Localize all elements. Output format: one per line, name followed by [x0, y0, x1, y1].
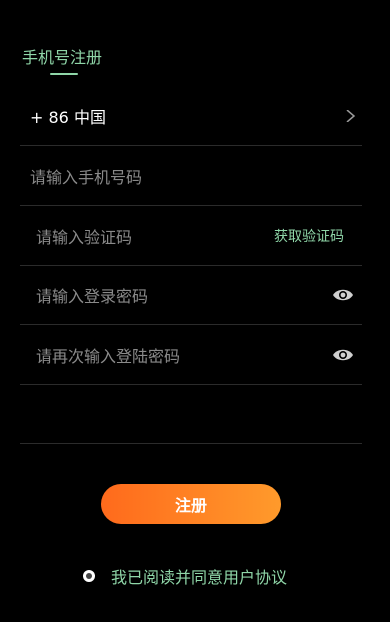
- confirm-password-input[interactable]: 请再次输入登陆密码: [20, 325, 362, 385]
- agreement-label[interactable]: 我已阅读并同意用户协议: [111, 564, 287, 588]
- get-code-button[interactable]: 获取验证码: [274, 226, 344, 246]
- country-selector[interactable]: + 86 中国: [20, 86, 362, 146]
- password-input[interactable]: 请输入登录密码: [20, 265, 362, 325]
- empty-field-row[interactable]: [20, 384, 362, 444]
- verification-code-input[interactable]: 请输入验证码 获取验证码: [20, 206, 362, 266]
- agreement-radio[interactable]: [83, 570, 95, 582]
- phone-input[interactable]: 请输入手机号码: [20, 146, 362, 206]
- password-placeholder: 请输入登录密码: [36, 286, 149, 306]
- chevron-right-icon: [346, 109, 356, 122]
- country-code-label: + 86 中国: [30, 107, 106, 127]
- eye-icon[interactable]: [332, 348, 354, 362]
- tab-phone-register[interactable]: 手机号注册: [22, 44, 102, 68]
- register-button[interactable]: 注册: [101, 484, 281, 524]
- verification-code-placeholder: 请输入验证码: [36, 227, 133, 247]
- phone-placeholder: 请输入手机号码: [30, 167, 143, 187]
- eye-icon[interactable]: [332, 288, 354, 302]
- confirm-password-placeholder: 请再次输入登陆密码: [36, 346, 181, 366]
- tab-active-indicator: [50, 73, 78, 75]
- agreement-row[interactable]: 我已阅读并同意用户协议: [83, 564, 287, 588]
